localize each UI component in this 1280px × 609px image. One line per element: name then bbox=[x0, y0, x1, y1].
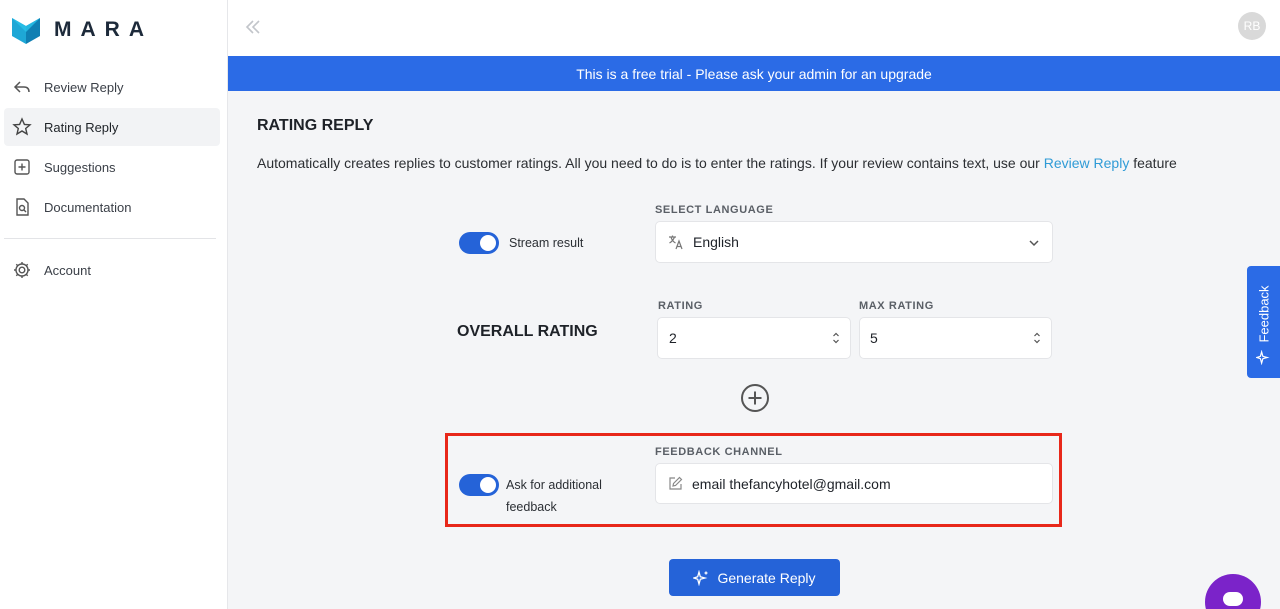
feedback-tab-label: Feedback bbox=[1256, 285, 1271, 343]
sidebar-item-review-reply[interactable]: Review Reply bbox=[4, 68, 220, 106]
trial-banner: This is a free trial - Please ask your a… bbox=[228, 56, 1280, 91]
document-icon bbox=[16, 198, 29, 216]
sidebar-item-label: Rating Reply bbox=[44, 119, 119, 135]
collapse-sidebar-icon[interactable] bbox=[242, 16, 264, 38]
stream-result-label: Stream result bbox=[509, 236, 584, 250]
rating-label: RATING bbox=[658, 300, 703, 312]
sidebar-nav: Review Reply Rating Reply Suggestions Do… bbox=[4, 68, 220, 291]
add-rating-button[interactable] bbox=[739, 382, 771, 414]
additional-feedback-label-line1: Ask for additional bbox=[506, 478, 602, 492]
review-reply-link[interactable]: Review Reply bbox=[1044, 155, 1130, 171]
chat-icon bbox=[1223, 592, 1243, 606]
rating-value: 2 bbox=[669, 330, 677, 346]
additional-feedback-label-line2: feedback bbox=[506, 500, 557, 514]
overall-rating-title: OVERALL RATING bbox=[457, 323, 598, 340]
sparkle-icon bbox=[693, 569, 708, 586]
description-suffix: feature bbox=[1129, 155, 1177, 171]
rating-input[interactable]: 2 bbox=[657, 317, 851, 359]
sparkle-icon bbox=[1256, 350, 1270, 365]
toggle-knob bbox=[480, 477, 496, 493]
sidebar-item-label: Documentation bbox=[44, 199, 132, 215]
generate-reply-label: Generate Reply bbox=[717, 569, 816, 586]
max-rating-label: MAX RATING bbox=[859, 300, 934, 312]
sidebar-item-rating-reply[interactable]: Rating Reply bbox=[4, 108, 220, 146]
feedback-tab[interactable]: Feedback bbox=[1247, 266, 1280, 378]
avatar[interactable]: RB bbox=[1238, 12, 1266, 40]
description-text: Automatically creates replies to custome… bbox=[257, 155, 1044, 171]
max-rating-input[interactable]: 5 bbox=[859, 317, 1052, 359]
page-description: Automatically creates replies to custome… bbox=[257, 155, 1177, 171]
sidebar-item-suggestions[interactable]: Suggestions bbox=[4, 148, 220, 186]
additional-feedback-toggle[interactable] bbox=[459, 474, 499, 496]
spinner-icon[interactable] bbox=[1033, 331, 1041, 345]
sidebar-item-label: Review Reply bbox=[44, 79, 124, 95]
select-language-label: SELECT LANGUAGE bbox=[655, 204, 774, 216]
feedback-channel-value: email thefancyhotel@gmail.com bbox=[692, 475, 891, 492]
feedback-channel-label: FEEDBACK CHANNEL bbox=[655, 446, 783, 458]
page-title: RATING REPLY bbox=[257, 117, 374, 134]
generate-reply-button[interactable]: Generate Reply bbox=[669, 559, 840, 596]
gear-icon bbox=[14, 262, 30, 278]
spinner-icon[interactable] bbox=[832, 331, 840, 345]
sidebar-item-account[interactable]: Account bbox=[4, 251, 220, 289]
plus-square-icon bbox=[14, 159, 30, 175]
toggle-knob bbox=[480, 235, 496, 251]
max-rating-value: 5 bbox=[870, 330, 878, 346]
edit-icon bbox=[669, 476, 683, 490]
sidebar: MARA Review Reply Rating Reply Suggestio… bbox=[0, 0, 228, 609]
logo-text: MARA bbox=[54, 18, 153, 41]
sidebar-item-documentation[interactable]: Documentation bbox=[4, 188, 220, 226]
reply-icon bbox=[13, 81, 30, 93]
chat-widget-button[interactable] bbox=[1205, 574, 1261, 609]
language-value: English bbox=[693, 234, 739, 250]
language-select[interactable]: English bbox=[655, 221, 1053, 263]
translate-icon bbox=[669, 235, 683, 250]
sidebar-item-label: Suggestions bbox=[44, 159, 116, 175]
star-icon bbox=[12, 117, 32, 136]
mara-logo-icon bbox=[12, 18, 40, 44]
stream-result-toggle[interactable] bbox=[459, 232, 499, 254]
sidebar-item-label: Account bbox=[44, 262, 91, 278]
feedback-channel-input[interactable]: email thefancyhotel@gmail.com bbox=[655, 463, 1053, 504]
logo[interactable]: MARA bbox=[10, 14, 153, 46]
top-bar: RB bbox=[228, 0, 1280, 56]
sidebar-divider bbox=[4, 238, 216, 239]
chevron-down-icon bbox=[1029, 240, 1039, 247]
